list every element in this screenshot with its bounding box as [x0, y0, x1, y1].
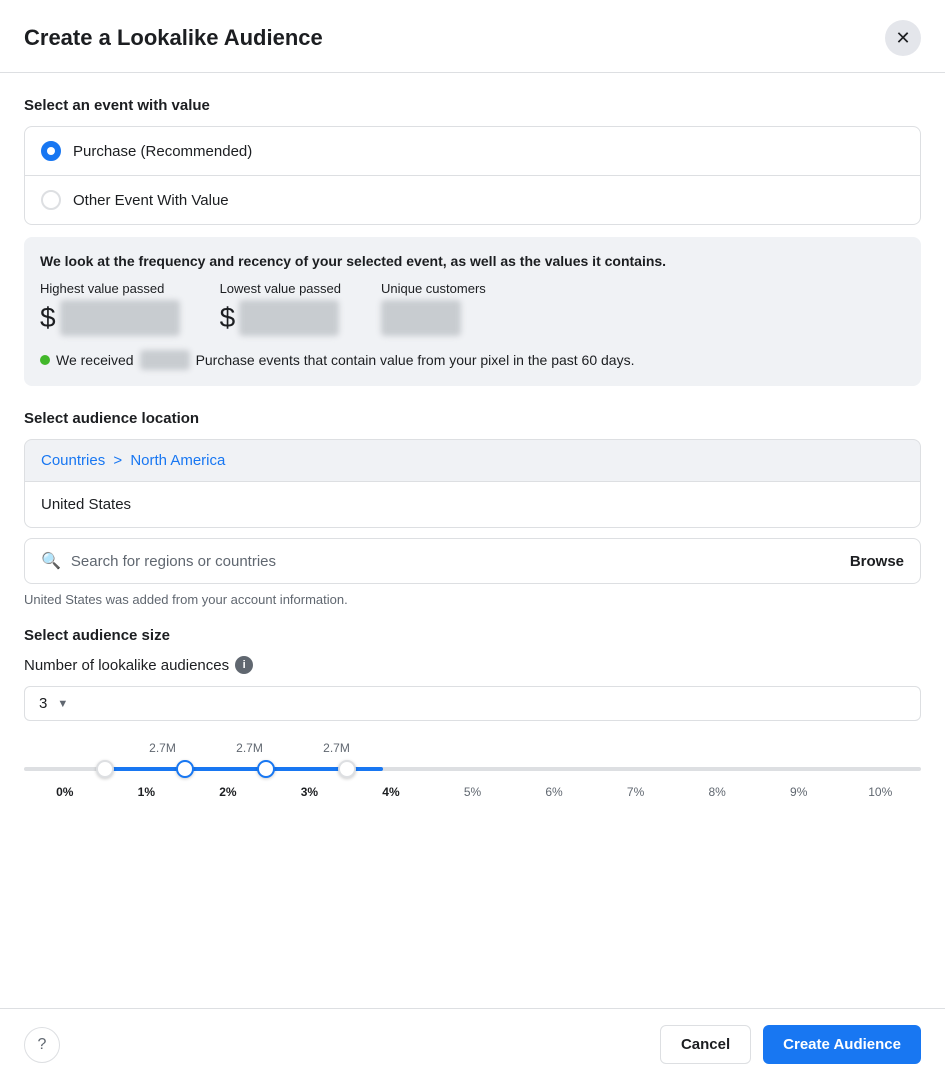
- event-options-box: Purchase (Recommended) Other Event With …: [24, 126, 921, 225]
- slider-label-2pct: 2%: [187, 785, 269, 799]
- green-dot-icon: [40, 355, 50, 365]
- lowest-dollar-sign: $: [220, 302, 236, 334]
- slider-top-label-1: 2.7M: [119, 741, 206, 755]
- stat-unique-customers: Unique customers: [381, 281, 486, 336]
- slider-label-3pct: 3%: [269, 785, 351, 799]
- info-icon[interactable]: i: [235, 656, 253, 674]
- radio-other-label: Other Event With Value: [73, 192, 229, 209]
- slider-label-0pct: 0%: [24, 785, 106, 799]
- highest-dollar-sign: $: [40, 302, 56, 334]
- stat-lowest-value-display: $: [220, 300, 341, 336]
- radio-option-other[interactable]: Other Event With Value: [25, 175, 920, 224]
- event-info-description: We look at the frequency and recency of …: [40, 253, 905, 269]
- slider-label-4pct: 4%: [350, 785, 432, 799]
- radio-option-purchase[interactable]: Purchase (Recommended): [25, 127, 920, 175]
- slider-section: 2.7M 2.7M 2.7M 0% 1% 2: [24, 741, 921, 819]
- location-search-box[interactable]: 🔍 Search for regions or countries Browse: [24, 538, 921, 584]
- slider-track-container[interactable]: [24, 759, 921, 779]
- slider-top-label-3: 2.7M: [293, 741, 380, 755]
- selected-location-text: United States: [41, 496, 131, 513]
- location-section: Select audience location Countries > Nor…: [24, 410, 921, 607]
- slider-thumb-2[interactable]: [176, 760, 194, 778]
- search-placeholder-text: Search for regions or countries: [71, 553, 840, 570]
- slider-thumb-4[interactable]: [338, 760, 356, 778]
- slider-label-1pct: 1%: [106, 785, 188, 799]
- slider-top-label-2: 2.7M: [206, 741, 293, 755]
- close-button[interactable]: ✕: [885, 20, 921, 56]
- audience-size-title: Select audience size: [24, 627, 921, 644]
- help-icon: ?: [38, 1036, 47, 1054]
- received-text: We received: [56, 352, 134, 368]
- modal-footer: ? Cancel Create Audience: [0, 1008, 945, 1080]
- slider-label-7pct: 7%: [595, 785, 677, 799]
- breadcrumb-separator: >: [113, 452, 126, 469]
- search-icon: 🔍: [41, 551, 61, 571]
- slider-bottom-labels: 0% 1% 2% 3% 4% 5% 6% 7% 8% 9% 10%: [24, 785, 921, 799]
- received-suffix: Purchase events that contain value from …: [196, 352, 635, 368]
- location-breadcrumb-box: Countries > North America: [24, 439, 921, 481]
- received-count-blurred: [140, 350, 190, 370]
- radio-purchase-circle: [41, 141, 61, 161]
- event-selection-section: Select an event with value Purchase (Rec…: [24, 97, 921, 386]
- dropdown-arrow-icon: ▼: [57, 698, 68, 710]
- stat-lowest-label: Lowest value passed: [220, 281, 341, 296]
- stat-highest-value: Highest value passed $: [40, 281, 180, 336]
- stat-unique-label: Unique customers: [381, 281, 486, 296]
- browse-button[interactable]: Browse: [850, 553, 904, 570]
- slider-top-labels: 2.7M 2.7M 2.7M: [24, 741, 921, 755]
- lookalike-label-text: Number of lookalike audiences: [24, 657, 229, 674]
- location-hint: United States was added from your accoun…: [24, 592, 921, 607]
- location-section-title: Select audience location: [24, 410, 921, 427]
- lookalike-row: Number of lookalike audiences i: [24, 656, 921, 674]
- received-row: We received Purchase events that contain…: [40, 350, 905, 370]
- radio-purchase-label: Purchase (Recommended): [73, 143, 252, 160]
- location-selected-box: United States: [24, 481, 921, 528]
- create-audience-button[interactable]: Create Audience: [763, 1025, 921, 1064]
- audience-size-section: Select audience size Number of lookalike…: [24, 627, 921, 819]
- slider-label-8pct: 8%: [676, 785, 758, 799]
- stat-highest-label: Highest value passed: [40, 281, 180, 296]
- dropdown-value: 3: [39, 695, 47, 712]
- highest-value-blurred: [60, 300, 180, 336]
- slider-label-10pct: 10%: [839, 785, 921, 799]
- event-info-box: We look at the frequency and recency of …: [24, 237, 921, 386]
- slider-label-5pct: 5%: [432, 785, 514, 799]
- cancel-button[interactable]: Cancel: [660, 1025, 751, 1064]
- help-button[interactable]: ?: [24, 1027, 60, 1063]
- slider-label-6pct: 6%: [513, 785, 595, 799]
- modal-title: Create a Lookalike Audience: [24, 25, 323, 51]
- event-section-title: Select an event with value: [24, 97, 921, 114]
- stat-unique-value-display: [381, 300, 486, 336]
- lookalike-count-dropdown[interactable]: 3 ▼: [24, 686, 921, 721]
- unique-value-blurred: [381, 300, 461, 336]
- stat-highest-value-display: $: [40, 300, 180, 336]
- stat-lowest-value: Lowest value passed $: [220, 281, 341, 336]
- lowest-value-blurred: [239, 300, 339, 336]
- breadcrumb-north-america-link[interactable]: North America: [130, 452, 225, 469]
- breadcrumb-countries-link[interactable]: Countries: [41, 452, 105, 469]
- slider-label-9pct: 9%: [758, 785, 840, 799]
- slider-track: [24, 767, 921, 771]
- modal-body: Select an event with value Purchase (Rec…: [0, 73, 945, 1008]
- stats-row: Highest value passed $ Lowest value pass…: [40, 281, 905, 336]
- create-lookalike-modal: Create a Lookalike Audience ✕ Select an …: [0, 0, 945, 1080]
- slider-thumb-1[interactable]: [96, 760, 114, 778]
- modal-header: Create a Lookalike Audience ✕: [0, 0, 945, 73]
- radio-other-circle: [41, 190, 61, 210]
- footer-actions: Cancel Create Audience: [660, 1025, 921, 1064]
- slider-thumb-3[interactable]: [257, 760, 275, 778]
